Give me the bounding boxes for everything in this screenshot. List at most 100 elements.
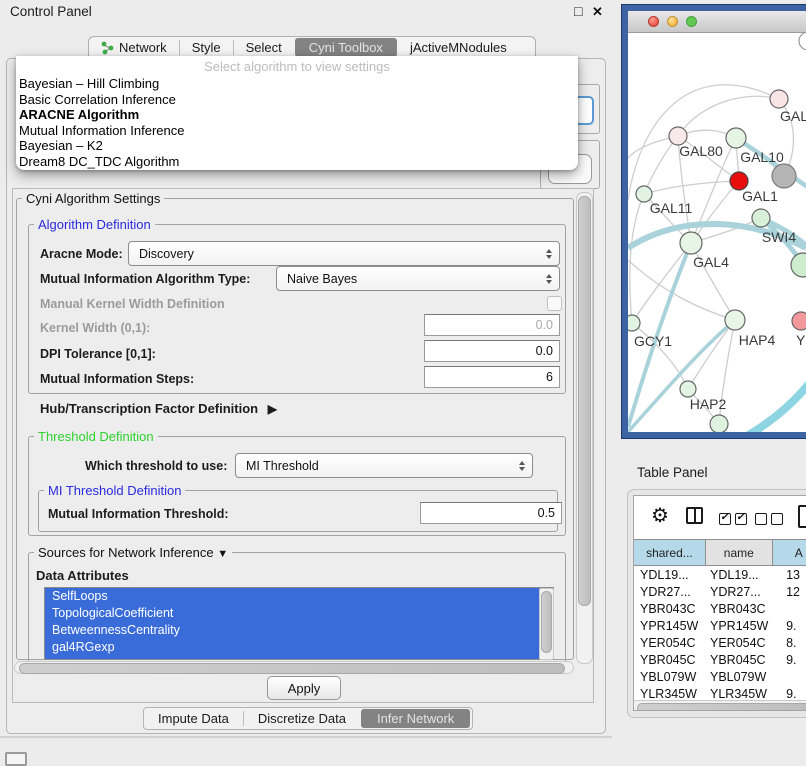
attribute-item[interactable]: SelfLoops	[45, 588, 553, 605]
algorithm-option[interactable]: Bayesian – Hill Climbing	[16, 76, 578, 92]
table-frame: ⚙ shared... name A YDL19...YDL19...13 YD…	[633, 495, 806, 711]
table-row[interactable]: YBR045CYBR045C9.	[634, 652, 806, 669]
float-window-icon[interactable]: □	[574, 3, 582, 19]
show-columns-icon[interactable]	[719, 512, 751, 530]
settings-vscrollbar-thumb[interactable]	[578, 196, 591, 606]
split-view-icon[interactable]	[686, 507, 703, 524]
table-row[interactable]: YDL19...YDL19...13	[634, 567, 806, 584]
apply-button[interactable]: Apply	[267, 676, 341, 700]
which-threshold-label: Which threshold to use:	[85, 459, 227, 473]
node-right-large	[791, 253, 806, 277]
aracne-mode-value: Discovery	[129, 247, 194, 261]
attributes-scrollbar-thumb[interactable]	[541, 591, 552, 653]
table-row[interactable]: YPR145WYPR145W9.	[634, 618, 806, 635]
attribute-item[interactable]: TopologicalCoefficient	[45, 605, 553, 622]
table-hscrollbar[interactable]	[634, 700, 806, 711]
node-label: GAL10	[740, 149, 784, 165]
tab-infer-network[interactable]: Infer Network	[361, 709, 470, 728]
aracne-mode-select[interactable]: Discovery	[128, 241, 560, 266]
minimize-button[interactable]	[667, 16, 678, 27]
sources-group-title[interactable]: Sources for Network Inference ▼	[34, 545, 232, 560]
hide-columns-icon[interactable]	[755, 512, 787, 530]
algorithm-option[interactable]: ARACNE Algorithm	[16, 107, 578, 123]
collapse-arrow-icon: ▼	[217, 548, 228, 560]
desktop: { "control_panel": { "title": "Control P…	[0, 0, 806, 762]
node-label: HAP2	[690, 396, 727, 412]
node-swi4	[752, 209, 770, 227]
attribute-item[interactable]: gal4RGexp	[45, 639, 553, 656]
algorithm-option[interactable]: Basic Correlation Inference	[16, 92, 578, 108]
column-header-shared[interactable]: shared...	[634, 540, 706, 565]
zoom-button[interactable]	[686, 16, 697, 27]
popup-placeholder: Select algorithm to view settings	[16, 58, 578, 76]
attributes-list[interactable]: SelfLoops TopologicalCoefficient Between…	[44, 587, 554, 660]
node-salmon	[792, 312, 806, 330]
control-panel-titlebar: Control Panel □ ✕	[0, 0, 612, 24]
tab-style[interactable]: Style	[180, 37, 233, 58]
network-window-titlebar[interactable]	[628, 11, 806, 33]
table-row[interactable]: YER054CYER054C8.	[634, 635, 806, 652]
column-header-partial[interactable]: A	[773, 540, 806, 565]
attribute-item[interactable]: BetweennessCentrality	[45, 622, 553, 639]
manual-kernel-label: Manual Kernel Width Definition	[40, 297, 225, 311]
network-edge-thick	[740, 380, 806, 432]
bottom-divider	[0, 736, 612, 738]
which-threshold-select[interactable]: MI Threshold	[235, 453, 533, 478]
stepper-arrows-icon	[519, 461, 525, 471]
table-row[interactable]: YBL079WYBL079W	[634, 669, 806, 686]
close-panel-icon[interactable]: ✕	[592, 4, 603, 20]
stepper-arrows-icon	[546, 249, 552, 259]
mi-steps-field[interactable]: 6	[424, 366, 560, 388]
node-label: GAL	[780, 108, 806, 124]
hub-section-toggle[interactable]: Hub/Transcription Factor Definition ▶	[40, 401, 277, 416]
node-label: HAP4	[739, 332, 776, 348]
node-gal4	[680, 232, 702, 254]
algorithm-option[interactable]: Dream8 DC_TDC Algorithm	[16, 154, 578, 170]
algorithm-option[interactable]: Mutual Information Inference	[16, 123, 578, 139]
dpi-tolerance-field[interactable]: 0.0	[424, 340, 560, 362]
kernel-width-field[interactable]: 0.0	[424, 314, 560, 336]
expand-arrow-icon: ▶	[268, 402, 277, 416]
kernel-width-label: Kernel Width (0,1):	[40, 321, 150, 335]
tab-cyni-toolbox[interactable]: Cyni Toolbox	[295, 38, 397, 57]
node-hap2	[680, 381, 696, 397]
attributes-list-scrollbar[interactable]	[539, 588, 554, 660]
tab-discretize-data[interactable]: Discretize Data	[244, 708, 360, 729]
mi-type-value: Naive Bayes	[277, 272, 357, 286]
tab-select[interactable]: Select	[234, 37, 294, 58]
column-header-name[interactable]: name	[706, 540, 773, 565]
tab-impute-data[interactable]: Impute Data	[144, 708, 243, 729]
table-hscrollbar-thumb[interactable]	[637, 703, 806, 711]
settings-vscrollbar[interactable]	[576, 192, 593, 664]
node-label: GAL1	[742, 188, 778, 204]
dpi-tolerance-label: DPI Tolerance [0,1]:	[40, 347, 156, 361]
node-label: GAL4	[693, 254, 729, 270]
minimized-panel-icon[interactable]	[5, 752, 27, 766]
network-window[interactable]: GAL GAL80 GAL10 GAL1 GAL11 SWI4 GAL4 GCY…	[622, 5, 806, 438]
node-label: SWI4	[762, 229, 796, 245]
manual-kernel-checkbox[interactable]	[547, 296, 562, 311]
data-attributes-label: Data Attributes	[36, 568, 129, 583]
node-gal10	[726, 128, 746, 148]
node-label: GCY1	[634, 333, 672, 349]
settings-hscrollbar-thumb[interactable]	[19, 663, 565, 674]
export-table-icon[interactable]	[798, 505, 806, 528]
network-node-labels: GAL GAL80 GAL10 GAL1 GAL11 SWI4 GAL4 GCY…	[634, 108, 806, 412]
tab-network[interactable]: Network	[89, 37, 179, 58]
mi-threshold-field[interactable]: 0.5	[420, 502, 562, 524]
mi-type-select[interactable]: Naive Bayes	[276, 266, 560, 291]
table-row[interactable]: YBR043CYBR043C	[634, 601, 806, 618]
tab-jactivemnodules[interactable]: jActiveMNodules	[398, 37, 519, 58]
tab-label: Network	[119, 40, 167, 55]
table-row[interactable]: YDR27...YDR27...12	[634, 584, 806, 601]
node-label: Y	[796, 332, 806, 348]
network-canvas[interactable]: GAL GAL80 GAL10 GAL1 GAL11 SWI4 GAL4 GCY…	[628, 32, 806, 432]
settings-hscrollbar[interactable]	[14, 661, 574, 674]
table-panel-title: Table Panel	[637, 465, 708, 480]
gear-icon[interactable]: ⚙	[651, 503, 669, 528]
bottom-tabs: Impute Data Discretize Data Infer Networ…	[143, 707, 473, 730]
node-gcy1	[628, 315, 640, 331]
close-button[interactable]	[648, 16, 659, 27]
node-partial-corner	[799, 32, 806, 50]
algorithm-option[interactable]: Bayesian – K2	[16, 138, 578, 154]
